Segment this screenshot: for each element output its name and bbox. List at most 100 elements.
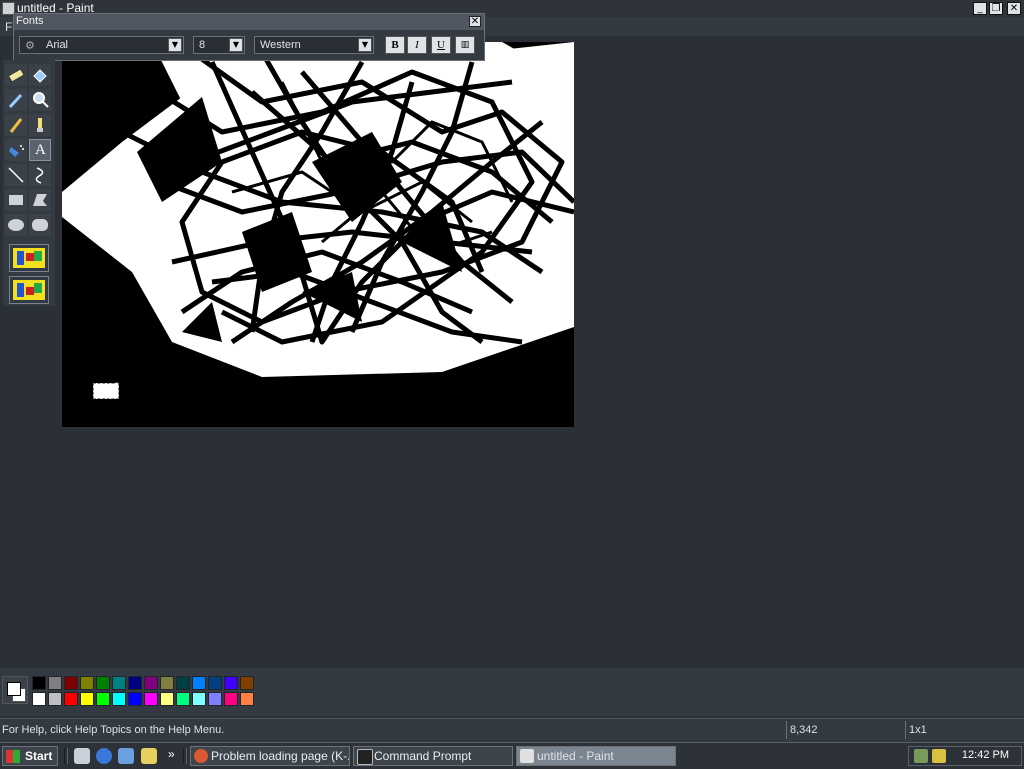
fonts-toolbar: Fonts ✕ ⚙ Arial ▼ 8 ▼ Western ▼ B I U ▥ [13,13,485,61]
font-size-select[interactable]: 8 ▼ [193,36,245,54]
chevron-down-icon[interactable]: ▼ [168,38,182,52]
palette-swatch[interactable] [128,692,142,706]
polygon-icon[interactable] [29,189,51,211]
volume-icon[interactable] [932,749,946,763]
magnifier-icon[interactable] [29,89,51,111]
status-selection-size: 1x1 [905,721,1024,739]
palette-swatch[interactable] [208,692,222,706]
task-problem-loading-page[interactable]: Problem loading page (K-... [190,746,350,766]
task-label: Problem loading page (K-... [211,749,350,763]
palette-swatch[interactable] [48,692,62,706]
palette-swatch[interactable] [176,676,190,690]
canvas-drawing [62,42,574,377]
palette-swatch[interactable] [192,676,206,690]
firefox-icon [194,749,208,763]
paint-icon [520,749,534,763]
task-label: untitled - Paint [537,749,614,763]
command-prompt-icon [357,749,373,765]
transparent-background-option[interactable] [9,276,49,304]
eraser-icon[interactable] [5,64,27,86]
airbrush-icon[interactable] [5,139,27,161]
palette-swatch[interactable] [192,692,206,706]
media-player-icon[interactable] [141,748,157,764]
color-picker-icon[interactable] [5,89,27,111]
status-coordinates: 8,342 [786,721,905,739]
pencil-icon[interactable] [5,114,27,136]
palette-swatch[interactable] [224,692,238,706]
ellipse-icon[interactable] [5,214,27,236]
curve-icon[interactable] [29,164,51,186]
brush-icon[interactable] [29,114,51,136]
start-button[interactable]: Start [2,746,58,766]
palette-swatch[interactable] [224,676,238,690]
start-label: Start [25,749,53,763]
palette-swatch[interactable] [144,692,158,706]
show-desktop-icon[interactable] [74,748,90,764]
task-label: Command Prompt [374,749,472,763]
font-type-icon: ⚙ [25,40,35,52]
palette-swatch[interactable] [240,692,254,706]
palette-swatch[interactable] [112,692,126,706]
current-colors [2,676,28,704]
font-script-select[interactable]: Western ▼ [254,36,374,54]
palette-swatch[interactable] [64,676,78,690]
font-name-value: Arial [46,39,69,51]
close-button[interactable]: ✕ [1007,2,1021,15]
palette-swatch[interactable] [112,676,126,690]
task-untitled-paint[interactable]: untitled - Paint [516,746,676,766]
font-size-value: 8 [199,39,206,51]
chevron-down-icon[interactable]: ▼ [358,38,372,52]
line-icon[interactable] [5,164,27,186]
status-bar: For Help, click Help Topics on the Help … [0,718,1024,743]
restore-button[interactable]: ❐ [989,2,1003,15]
outlook-express-icon[interactable] [118,748,134,764]
vertical-text-button[interactable]: ▥ [455,36,475,54]
fonts-toolbar-title: Fonts [16,15,44,27]
quicklaunch-more-chevron[interactable]: » [168,747,175,761]
fonts-close-button[interactable]: ✕ [469,16,481,27]
clock: 12:42 PM [961,749,1009,761]
toolbox: A [3,60,55,306]
palette-swatch[interactable] [240,676,254,690]
font-script-value: Western [260,39,301,51]
palette-swatch[interactable] [176,692,190,706]
underline-button[interactable]: U [431,36,451,54]
rounded-rectangle-icon[interactable] [29,214,51,236]
text-icon[interactable]: A [29,139,51,161]
system-tray: 12:42 PM [908,746,1022,766]
color-palette [0,668,1024,716]
palette-swatch[interactable] [80,676,94,690]
palette-swatch[interactable] [144,676,158,690]
taskbar-divider [183,748,187,764]
bold-button[interactable]: B [385,36,405,54]
palette-swatch[interactable] [128,676,142,690]
palette-swatch[interactable] [96,676,110,690]
palette-swatch[interactable] [48,676,62,690]
palette-swatch[interactable] [64,692,78,706]
palette-swatch[interactable] [32,676,46,690]
fill-icon[interactable] [29,64,51,86]
drawing-canvas[interactable] [62,42,574,427]
status-help-text: For Help, click Help Topics on the Help … [2,724,225,736]
italic-button[interactable]: I [407,36,427,54]
taskbar-divider [64,748,68,764]
rectangle-icon[interactable] [5,189,27,211]
fonts-toolbar-caption[interactable]: Fonts ✕ [14,14,484,30]
palette-swatch[interactable] [160,692,174,706]
palette-swatch[interactable] [160,676,174,690]
palette-swatch[interactable] [96,692,110,706]
palette-swatch[interactable] [32,692,46,706]
minimize-button[interactable]: _ [973,2,987,15]
network-icon[interactable] [914,749,928,763]
internet-explorer-icon[interactable] [96,748,112,764]
windows-logo-icon [6,750,20,763]
palette-swatch[interactable] [208,676,222,690]
menu-file[interactable]: F [5,20,12,34]
task-command-prompt[interactable]: Command Prompt [353,746,513,766]
font-name-select[interactable]: ⚙ Arial ▼ [19,36,184,54]
palette-swatch[interactable] [80,692,94,706]
chevron-down-icon[interactable]: ▼ [229,38,243,52]
opaque-background-option[interactable] [9,244,49,272]
text-cursor-icon: I [115,379,119,395]
taskbar: Start » Problem loading page (K-... Comm… [0,742,1024,769]
